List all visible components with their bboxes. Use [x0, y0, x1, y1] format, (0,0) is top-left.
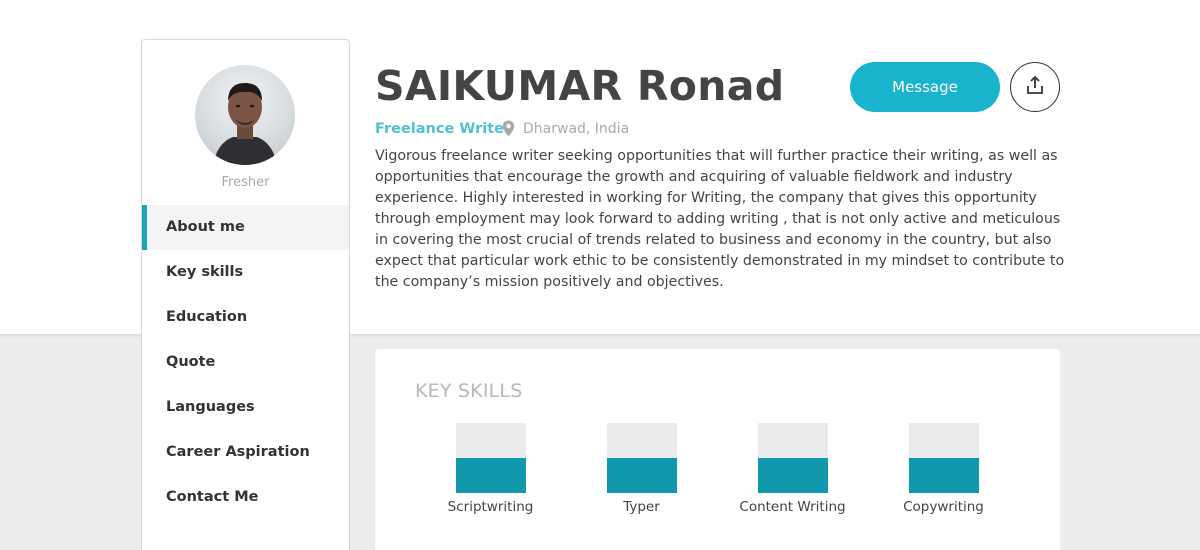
sidebar-item-about-me[interactable]: About me [142, 205, 349, 250]
skill-level-fill [908, 458, 979, 493]
skill-level-bar [455, 423, 526, 493]
skill-label: Copywriting [903, 499, 984, 515]
key-skills-title: KEY SKILLS [415, 380, 523, 402]
skill-level-bar [606, 423, 677, 493]
skill-item: Copywriting [868, 423, 1019, 515]
sidebar-nav: About me Key skills Education Quote Lang… [142, 205, 349, 520]
sidebar-item-contact-me[interactable]: Contact Me [142, 475, 349, 520]
profile-bio: Vigorous freelance writer seeking opport… [375, 148, 1065, 290]
profile-location: Dharwad, India [523, 121, 630, 137]
skill-level-fill [455, 458, 526, 493]
profile-role: Freelance Writer [375, 121, 512, 137]
skill-item: Scriptwriting [415, 423, 566, 515]
skill-label: Content Writing [739, 499, 846, 515]
skill-level-fill [757, 458, 828, 493]
skill-label: Scriptwriting [447, 499, 534, 515]
skill-item: Typer [566, 423, 717, 515]
skill-item: Content Writing [717, 423, 868, 515]
avatar [195, 65, 295, 165]
key-skills-card: KEY SKILLS Scriptwriting Typer Content W… [375, 349, 1060, 550]
profile-name: SAIKUMAR Ronad [375, 62, 785, 110]
skill-level-fill [606, 458, 677, 493]
sidebar-item-quote[interactable]: Quote [142, 340, 349, 385]
sidebar-item-career-aspiration[interactable]: Career Aspiration [142, 430, 349, 475]
skill-level-bar [908, 423, 979, 493]
skill-level-bar [757, 423, 828, 493]
skill-label: Typer [623, 499, 660, 515]
share-button[interactable] [1010, 62, 1060, 112]
profile-sidebar: Fresher About me Key skills Education Qu… [141, 39, 350, 550]
sidebar-item-languages[interactable]: Languages [142, 385, 349, 430]
share-icon [1025, 75, 1045, 99]
location-pin-icon [502, 120, 515, 141]
sidebar-item-key-skills[interactable]: Key skills [142, 250, 349, 295]
status-label: Fresher [221, 175, 270, 190]
message-button[interactable]: Message [850, 62, 1000, 112]
sidebar-item-education[interactable]: Education [142, 295, 349, 340]
